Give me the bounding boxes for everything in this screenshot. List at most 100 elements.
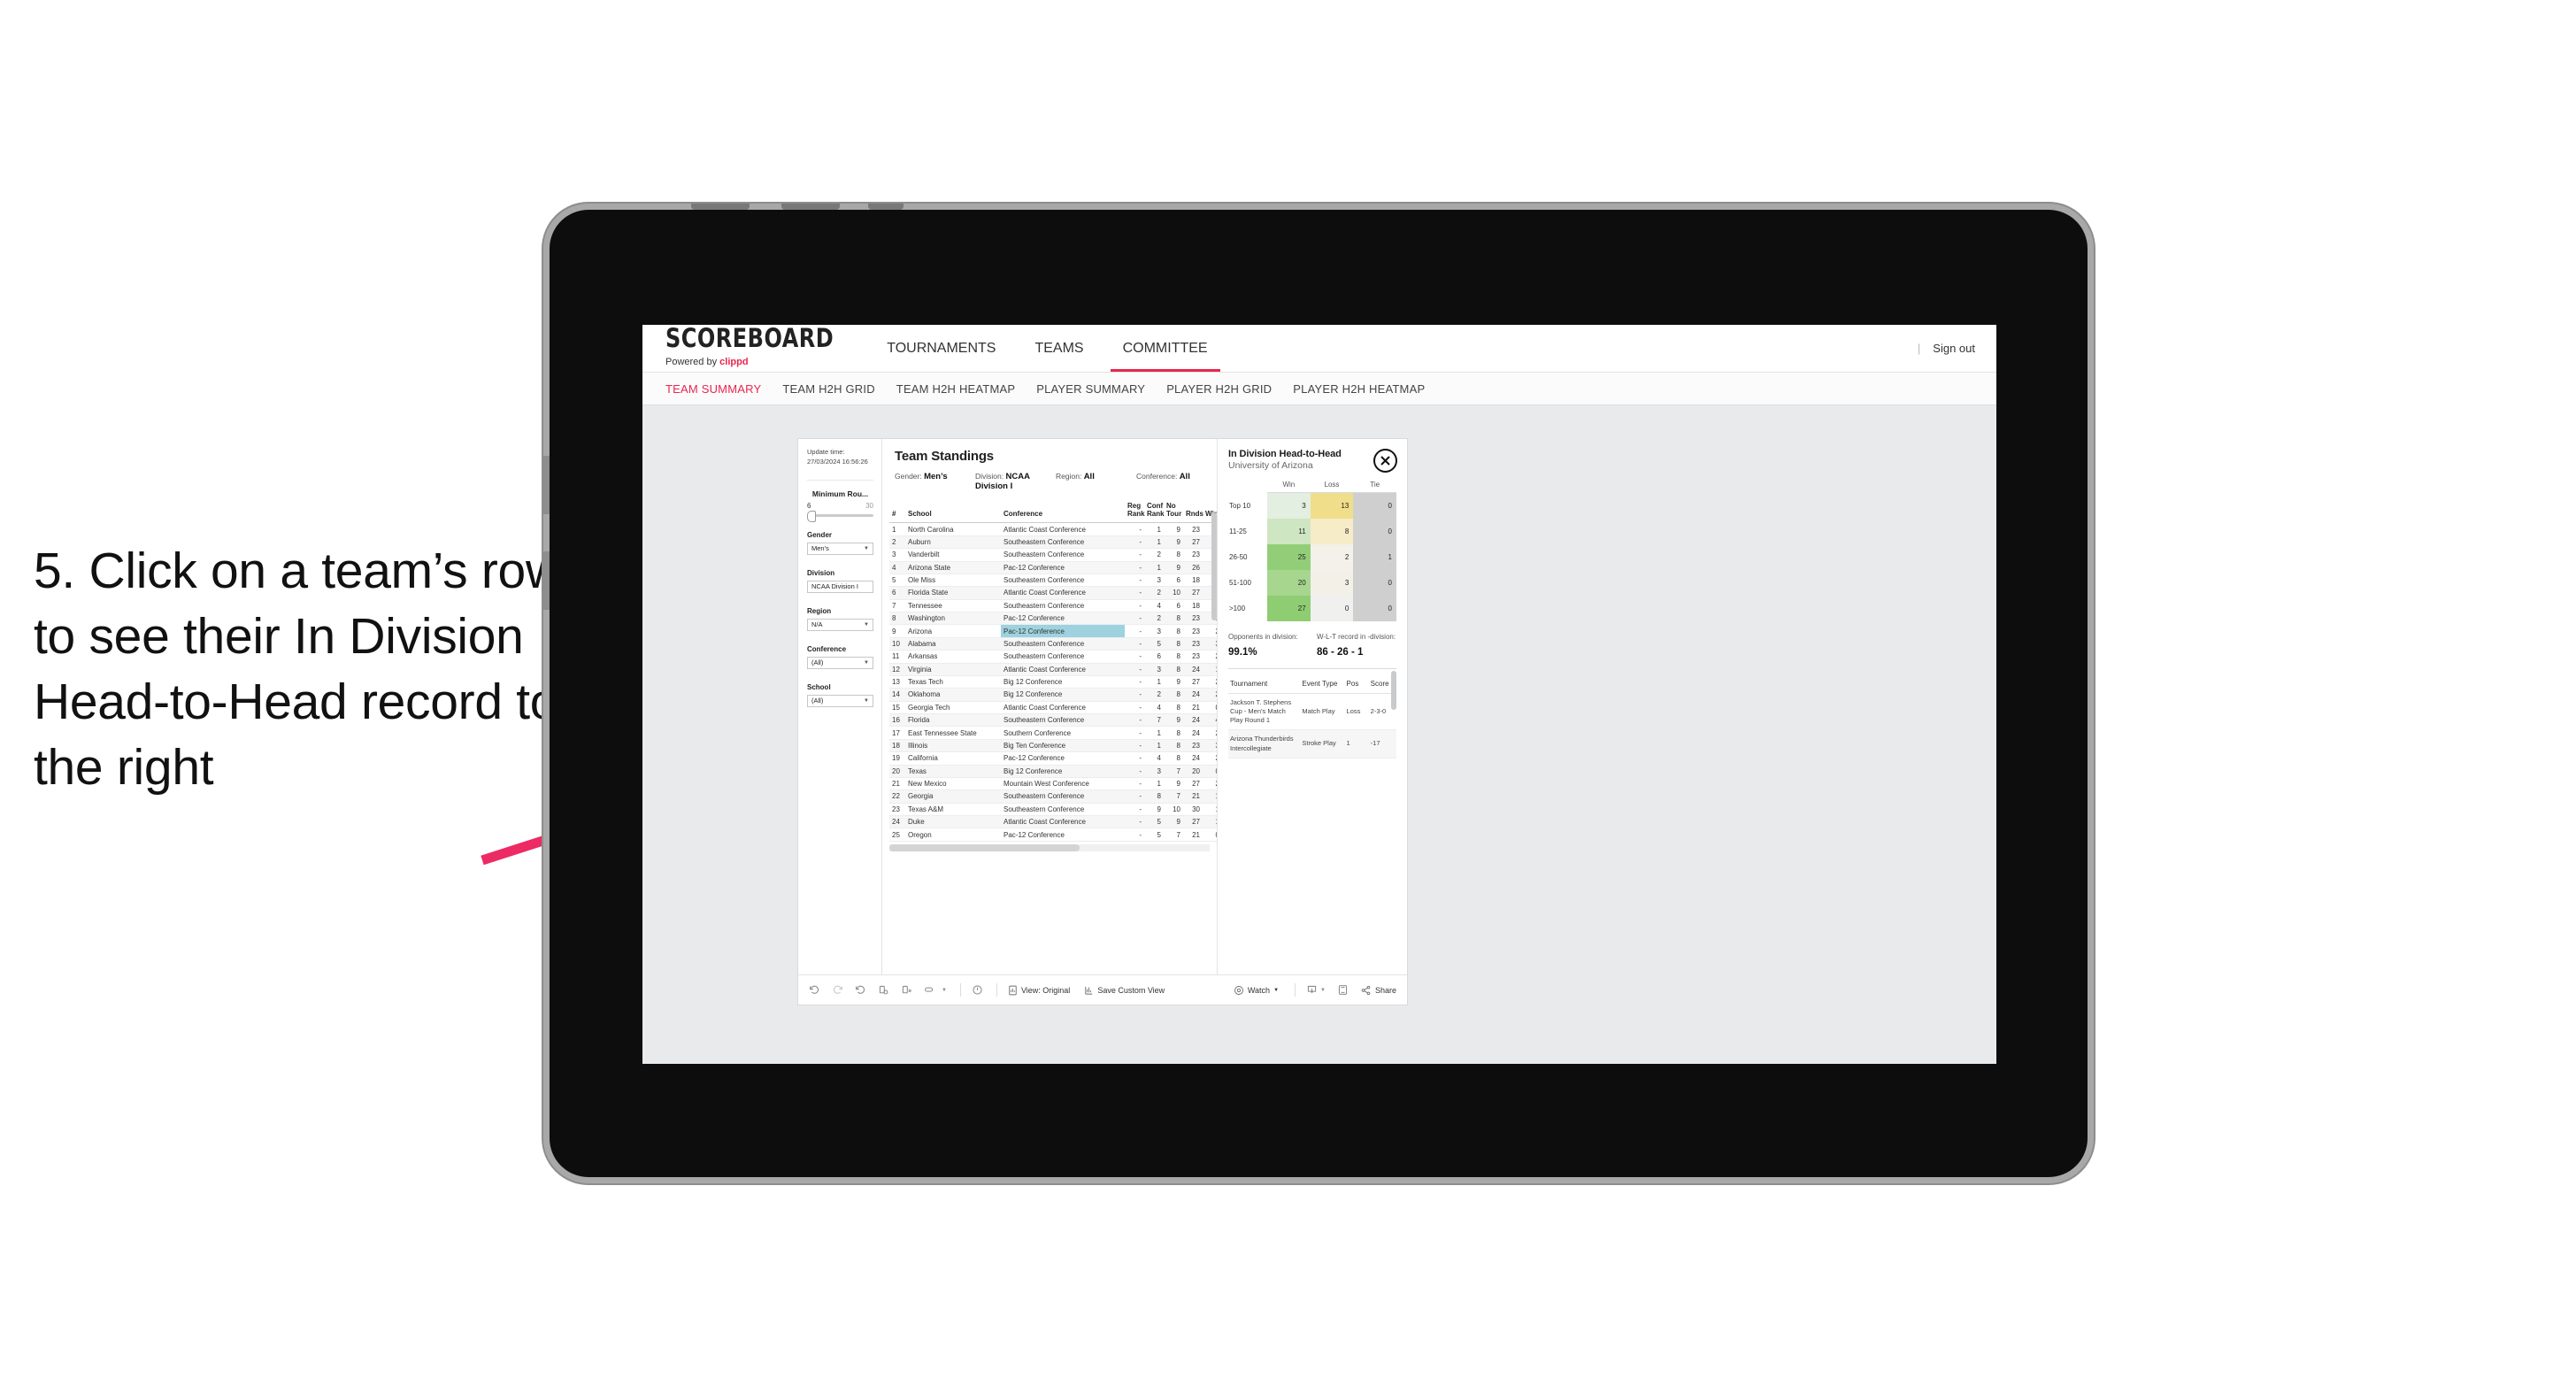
subnav-team-h2h-grid[interactable]: TEAM H2H GRID (782, 382, 874, 396)
refresh-icon[interactable] (878, 984, 889, 996)
filter-region: Region N/A ▼ (807, 607, 873, 631)
horizontal-scrollbar[interactable] (889, 843, 1210, 851)
h2h-cell-tie[interactable]: 0 (1353, 596, 1396, 621)
table-row[interactable]: 5Ole MissSoutheastern Conference-36181 (889, 574, 1217, 588)
h2h-cell-loss[interactable]: 2 (1310, 544, 1354, 570)
filter-conference-select[interactable]: (All) ▼ (807, 656, 873, 669)
filter-gender-select[interactable]: Men’s ▼ (807, 542, 873, 555)
app-logo[interactable]: SCOREBOARD Powered by clippd (665, 325, 834, 366)
table-row[interactable]: 13Texas TechBig 12 Conference-19272 (889, 675, 1217, 689)
nav-tournaments[interactable]: TOURNAMENTS (867, 325, 1015, 372)
subnav-player-summary[interactable]: PLAYER SUMMARY (1036, 382, 1145, 396)
subnav-player-h2h-heatmap[interactable]: PLAYER H2H HEATMAP (1293, 382, 1425, 396)
tournament-row[interactable]: Arizona Thunderbirds Intercollegiate Stro… (1228, 729, 1396, 758)
col-conf-rank[interactable]: Conf Rank (1144, 500, 1165, 524)
h2h-cell-loss[interactable]: 3 (1310, 570, 1354, 596)
table-row[interactable]: 15 Georgia Tech Atlantic Coast Conference -… (889, 701, 1217, 715)
slider-title: Minimum Rou... (811, 489, 869, 498)
filter-region-label: Region (807, 606, 832, 615)
table-row[interactable]: 10AlabamaSoutheastern Conference-58233 (889, 637, 1217, 651)
filter-division-select[interactable]: NCAA Division I (807, 580, 873, 593)
h2h-row-label: 26-50 (1228, 544, 1267, 570)
h2h-cell-tie[interactable]: 0 (1353, 492, 1396, 519)
nav-committee[interactable]: COMMITTEE (1103, 325, 1227, 372)
table-row[interactable]: 11ArkansasSoutheastern Conference-68232 (889, 650, 1217, 664)
table-row[interactable]: 1 North Carolina Atlantic Coast Conference… (889, 522, 1217, 536)
h2h-cell-win[interactable]: 11 (1267, 519, 1311, 544)
tablet-volume-up-button[interactable] (542, 456, 550, 514)
pause-icon[interactable] (972, 984, 983, 996)
watch-button[interactable]: Watch ▼ (1234, 985, 1279, 996)
h2h-row-label: 51-100 (1228, 570, 1267, 596)
revert-icon[interactable] (855, 984, 866, 996)
sign-out-area: | Sign out (1918, 342, 1975, 355)
tablet-screen: SCOREBOARD Powered by clippd TOURNAMENTS… (642, 325, 1996, 1064)
tournament-scrollbar[interactable] (1391, 671, 1396, 710)
tournament-row[interactable]: Jackson T. Stephens Cup - Men’s Match Pl… (1228, 693, 1396, 731)
col-conference[interactable]: Conference (1001, 500, 1125, 524)
slider-handle[interactable] (807, 510, 816, 522)
view-original-button[interactable]: View: Original (1008, 985, 1070, 996)
stat-opponents: Opponents in division: 99.1% (1228, 633, 1298, 658)
table-row[interactable]: 6 Florida State Atlantic Coast Conference -… (889, 586, 1217, 600)
redo-icon[interactable] (832, 984, 843, 996)
table-row[interactable]: 2AuburnSoutheastern Conference-19276 (889, 535, 1217, 550)
h2h-cell-win[interactable]: 20 (1267, 570, 1311, 596)
col-rnds[interactable]: Rnds (1183, 500, 1203, 524)
viz-canvas: Update time: 27/03/2024 16:56:26 Minimum… (642, 405, 1996, 1064)
filter-school-select[interactable]: (All) ▼ (807, 694, 873, 707)
table-row[interactable]: 17 East Tennessee State Southern Conferenc… (889, 726, 1217, 740)
tour-col-event-type[interactable]: Event Type (1300, 677, 1345, 694)
col-reg-rank[interactable]: Reg Rank (1125, 500, 1145, 524)
h2h-cell-loss[interactable]: 13 (1310, 492, 1354, 519)
table-row[interactable]: 19CaliforniaPac-12 Conference-48242 (889, 751, 1217, 766)
tour-col-tournament[interactable]: Tournament (1228, 677, 1301, 694)
table-row[interactable]: 14OklahomaBig 12 Conference-28242 (889, 688, 1217, 702)
table-row[interactable]: 3VanderbiltSoutheastern Conference-28235 (889, 548, 1217, 562)
table-row[interactable]: 24DukeAtlantic Coast Conference-59271 (889, 815, 1217, 829)
download-icon[interactable]: ▼ (1306, 984, 1326, 996)
subnav-player-h2h-grid[interactable]: PLAYER H2H GRID (1166, 382, 1272, 396)
h2h-cell-win[interactable]: 27 (1267, 596, 1311, 621)
table-row[interactable]: 9ArizonaPac-12 Conference-38232 (889, 624, 1217, 638)
save-custom-view-button[interactable]: Save Custom View (1084, 985, 1165, 996)
filter-region-select[interactable]: N/A ▼ (807, 618, 873, 631)
table-row[interactable]: 20TexasBig 12 Conference-37200 (889, 765, 1217, 778)
table-row[interactable]: 23 Texas A&M Southeastern Conference -9 10 30… (889, 803, 1217, 817)
h2h-cell-win[interactable]: 3 (1267, 492, 1311, 519)
chevron-down-icon: ▼ (864, 659, 869, 666)
tablet-volume-down-button[interactable] (542, 551, 550, 610)
col-school[interactable]: School (905, 500, 1001, 524)
device-layout-icon[interactable]: ▼ (924, 984, 947, 996)
h2h-cell-loss[interactable]: 0 (1310, 596, 1354, 621)
col-no-tour[interactable]: No Tour (1164, 500, 1183, 524)
table-row[interactable]: 7TennesseeSoutheastern Conference-46182 (889, 599, 1217, 613)
col--[interactable]: # (889, 500, 905, 524)
tournament-row[interactable]: Cabo CollegiateStroke Play1117 (1228, 758, 1396, 759)
h2h-cell-tie[interactable]: 0 (1353, 519, 1396, 544)
fullscreen-icon[interactable] (1337, 984, 1349, 996)
table-row[interactable]: 12 Virginia Atlantic Coast Conference -3 8 24… (889, 663, 1217, 676)
table-row[interactable]: 8WashingtonPac-12 Conference-28231 (889, 612, 1217, 626)
table-row[interactable]: 4Arizona StatePac-12 Conference-19261 (889, 561, 1217, 574)
h2h-cell-loss[interactable]: 8 (1310, 519, 1354, 544)
subnav-team-h2h-heatmap[interactable]: TEAM H2H HEATMAP (896, 382, 1015, 396)
h2h-cell-tie[interactable]: 1 (1353, 544, 1396, 570)
share-button[interactable]: Share (1360, 985, 1396, 996)
h2h-cell-tie[interactable]: 0 (1353, 570, 1396, 596)
table-row[interactable]: 25OregonPac-12 Conference-57210 (889, 828, 1217, 842)
undo-icon[interactable] (809, 984, 820, 996)
tour-col-pos[interactable]: Pos (1344, 677, 1369, 694)
h2h-cell-win[interactable]: 25 (1267, 544, 1311, 570)
nav-teams[interactable]: TEAMS (1015, 325, 1103, 372)
pause-auto-update-icon[interactable] (901, 984, 912, 996)
table-row[interactable]: 18IllinoisBig Ten Conference-18233 (889, 739, 1217, 753)
table-row[interactable]: 22GeorgiaSoutheastern Conference-87211 (889, 789, 1217, 804)
page-title: Team Standings (895, 449, 994, 464)
table-row[interactable]: 21 New Mexico Mountain West Conference -1 9 2… (889, 777, 1217, 791)
subnav-team-summary[interactable]: TEAM SUMMARY (665, 382, 761, 396)
table-row[interactable]: 16FloridaSoutheastern Conference-79244 (889, 713, 1217, 728)
close-icon[interactable] (1373, 449, 1397, 473)
slider-track[interactable] (807, 510, 873, 522)
sign-out-link[interactable]: Sign out (1933, 342, 1975, 355)
